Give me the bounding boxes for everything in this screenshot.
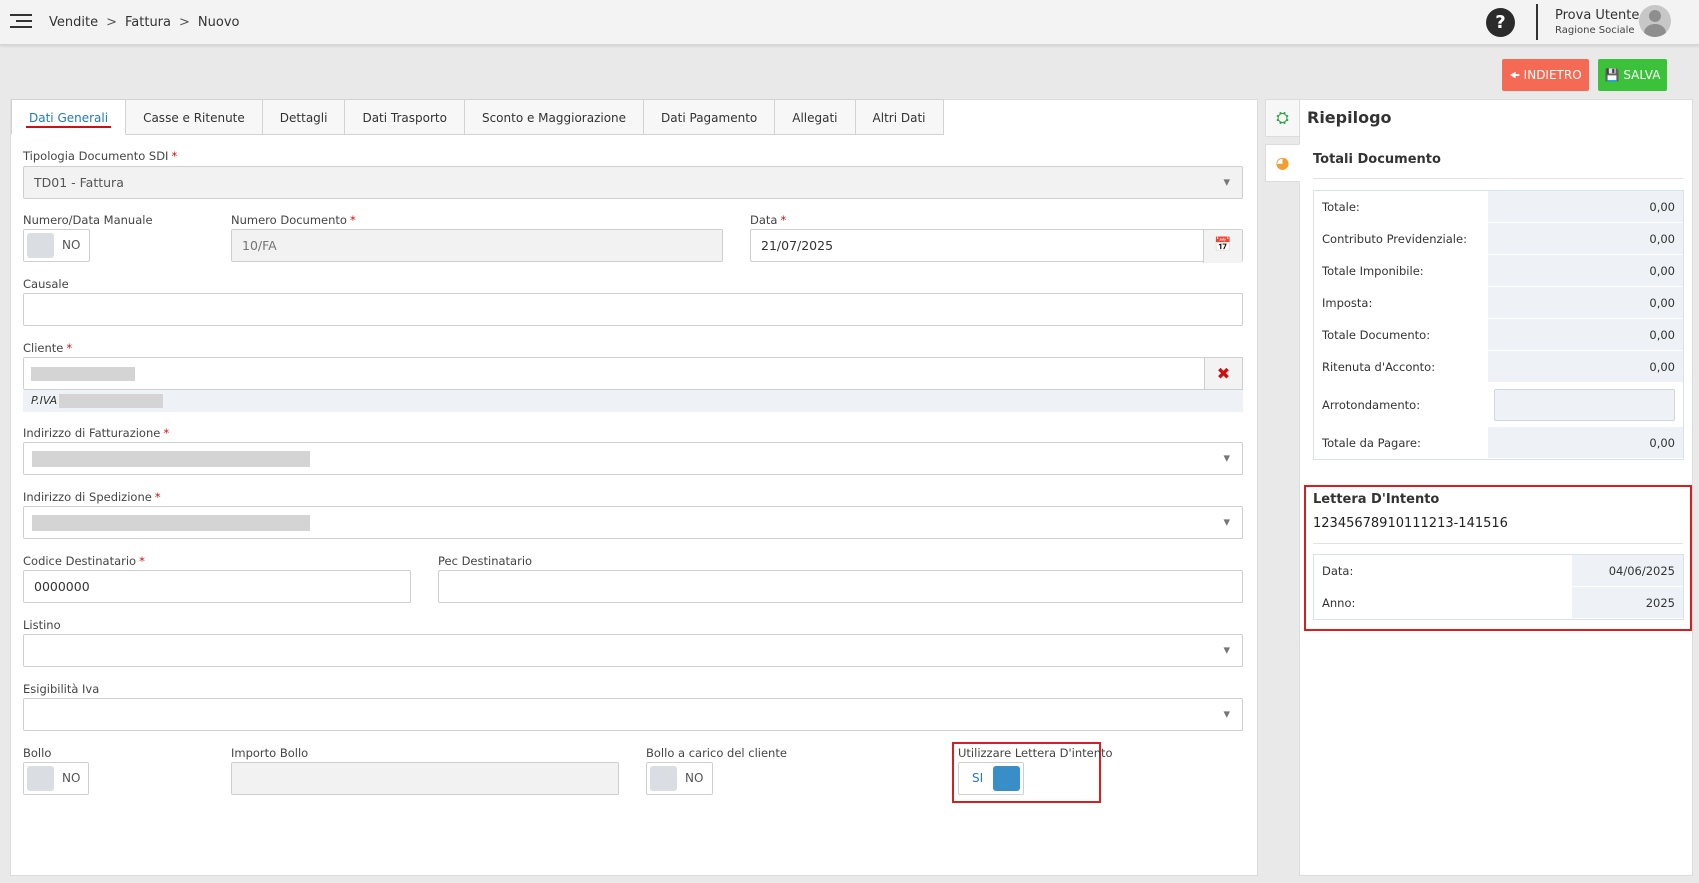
- numero-documento-input[interactable]: [231, 229, 723, 262]
- help-icon[interactable]: ?: [1486, 8, 1515, 37]
- tipologia-select[interactable]: TD01 - Fattura: [23, 166, 1243, 199]
- bollo-cliente-toggle[interactable]: NO: [646, 762, 713, 795]
- tab-dati-pagamento[interactable]: Dati Pagamento: [644, 99, 776, 135]
- lettera-intento-number: 12345678910111213-141516: [1313, 516, 1508, 531]
- numero-documento-label: Numero Documento *: [231, 213, 356, 227]
- bollo-cliente-label: Bollo a carico del cliente: [646, 746, 787, 760]
- arrotondamento-input[interactable]: [1494, 389, 1675, 421]
- lifebuoy-icon[interactable]: ⛭: [1265, 99, 1300, 137]
- causale-input[interactable]: [23, 293, 1243, 326]
- tab-dati-trasporto[interactable]: Dati Trasporto: [345, 99, 465, 135]
- dashboard-icon[interactable]: ◕: [1265, 144, 1300, 182]
- indirizzo-fatturazione-select[interactable]: [23, 442, 1243, 475]
- listino-label: Listino: [23, 618, 61, 632]
- totali-divider: [1313, 178, 1683, 179]
- cliente-piva-bar: P.IVA: [23, 390, 1243, 412]
- totali-table: Totale: 0,00 Contributo Previdenziale: 0,0…: [1313, 190, 1684, 460]
- table-row: Anno: 2025: [1314, 587, 1683, 619]
- save-button[interactable]: 💾 SALVA: [1598, 59, 1667, 91]
- data-input[interactable]: 21/07/2025 📅: [750, 229, 1243, 263]
- breadcrumb-vendite[interactable]: Vendite: [49, 15, 98, 30]
- bollo-label: Bollo: [23, 746, 52, 760]
- breadcrumb: Vendite > Fattura > Nuovo: [49, 15, 239, 30]
- table-row: Ritenuta d'Acconto: 0,00: [1314, 351, 1683, 383]
- numero-manuale-toggle[interactable]: NO: [23, 229, 90, 262]
- clear-cliente-icon[interactable]: ✖: [1204, 357, 1243, 390]
- back-button[interactable]: 🠜 INDIETRO: [1502, 59, 1589, 91]
- table-row: Imposta: 0,00: [1314, 287, 1683, 319]
- breadcrumb-nuovo: Nuovo: [197, 15, 240, 30]
- tab-altri-dati[interactable]: Altri Dati: [855, 99, 944, 135]
- data-label: Data *: [750, 213, 787, 227]
- codice-destinatario-label: Codice Destinatario *: [23, 554, 145, 568]
- calendar-icon[interactable]: 📅: [1203, 230, 1242, 263]
- piva-label: P.IVA: [31, 394, 58, 407]
- totali-documento-title: Totali Documento: [1313, 152, 1441, 167]
- importo-bollo-label: Importo Bollo: [231, 746, 309, 760]
- table-row: Totale Imponibile: 0,00: [1314, 255, 1683, 287]
- indirizzo-fatturazione-label: Indirizzo di Fatturazione *: [23, 426, 170, 440]
- cliente-label: Cliente *: [23, 341, 73, 355]
- pec-destinatario-label: Pec Destinatario: [438, 554, 533, 568]
- esigibilita-select[interactable]: [23, 698, 1243, 731]
- user-company: Ragione Sociale: [1555, 25, 1635, 36]
- table-row: Totale Documento: 0,00: [1314, 319, 1683, 351]
- breadcrumb-separator: >: [179, 15, 190, 30]
- header-divider: [1536, 4, 1538, 40]
- listino-select[interactable]: [23, 634, 1243, 667]
- importo-bollo-input[interactable]: [231, 762, 619, 795]
- arrow-left-icon: 🠜: [1509, 68, 1520, 82]
- table-row: Totale: 0,00: [1314, 191, 1683, 223]
- numero-manuale-label: Numero/Data Manuale: [23, 213, 153, 227]
- tab-casse-ritenute[interactable]: Casse e Ritenute: [126, 99, 263, 135]
- riepilogo-title: Riepilogo: [1307, 108, 1392, 127]
- indirizzo-spedizione-label: Indirizzo di Spedizione *: [23, 490, 161, 504]
- tab-bar: Dati Generali Casse e Ritenute Dettagli …: [11, 99, 944, 135]
- lettera-intento-title: Lettera D'Intento: [1313, 492, 1440, 507]
- pec-destinatario-input[interactable]: [438, 570, 1243, 603]
- tab-sconto-maggiorazione[interactable]: Sconto e Maggiorazione: [464, 99, 645, 135]
- floppy-icon: 💾: [1604, 68, 1620, 82]
- lettera-divider: [1313, 543, 1683, 544]
- avatar[interactable]: [1639, 5, 1671, 37]
- tab-allegati[interactable]: Allegati: [775, 99, 856, 135]
- lettera-table: Data: 04/06/2025 Anno: 2025: [1313, 554, 1684, 620]
- table-row: Arrotondamento:: [1314, 383, 1683, 427]
- table-row: Contributo Previdenziale: 0,00: [1314, 223, 1683, 255]
- lettera-intento-toggle[interactable]: SI: [958, 762, 1024, 795]
- cliente-input[interactable]: [23, 357, 1205, 390]
- tipologia-label: Tipologia Documento SDI *: [23, 149, 178, 163]
- codice-destinatario-input[interactable]: 0000000: [23, 570, 411, 603]
- breadcrumb-fattura[interactable]: Fattura: [125, 15, 171, 30]
- top-bar: [0, 0, 1699, 45]
- tab-dati-generali[interactable]: Dati Generali: [11, 99, 127, 135]
- hamburger-menu-icon[interactable]: [10, 14, 32, 30]
- bollo-toggle[interactable]: NO: [23, 762, 89, 795]
- indirizzo-spedizione-select[interactable]: [23, 506, 1243, 539]
- esigibilita-label: Esigibilità Iva: [23, 682, 100, 696]
- causale-label: Causale: [23, 277, 69, 291]
- user-name[interactable]: Prova Utente: [1555, 8, 1639, 23]
- tab-dettagli[interactable]: Dettagli: [262, 99, 346, 135]
- table-row: Totale da Pagare: 0,00: [1314, 427, 1683, 459]
- table-row: Data: 04/06/2025: [1314, 555, 1683, 587]
- breadcrumb-separator: >: [106, 15, 117, 30]
- lettera-intento-label: Utilizzare Lettera D'intento: [958, 746, 1113, 760]
